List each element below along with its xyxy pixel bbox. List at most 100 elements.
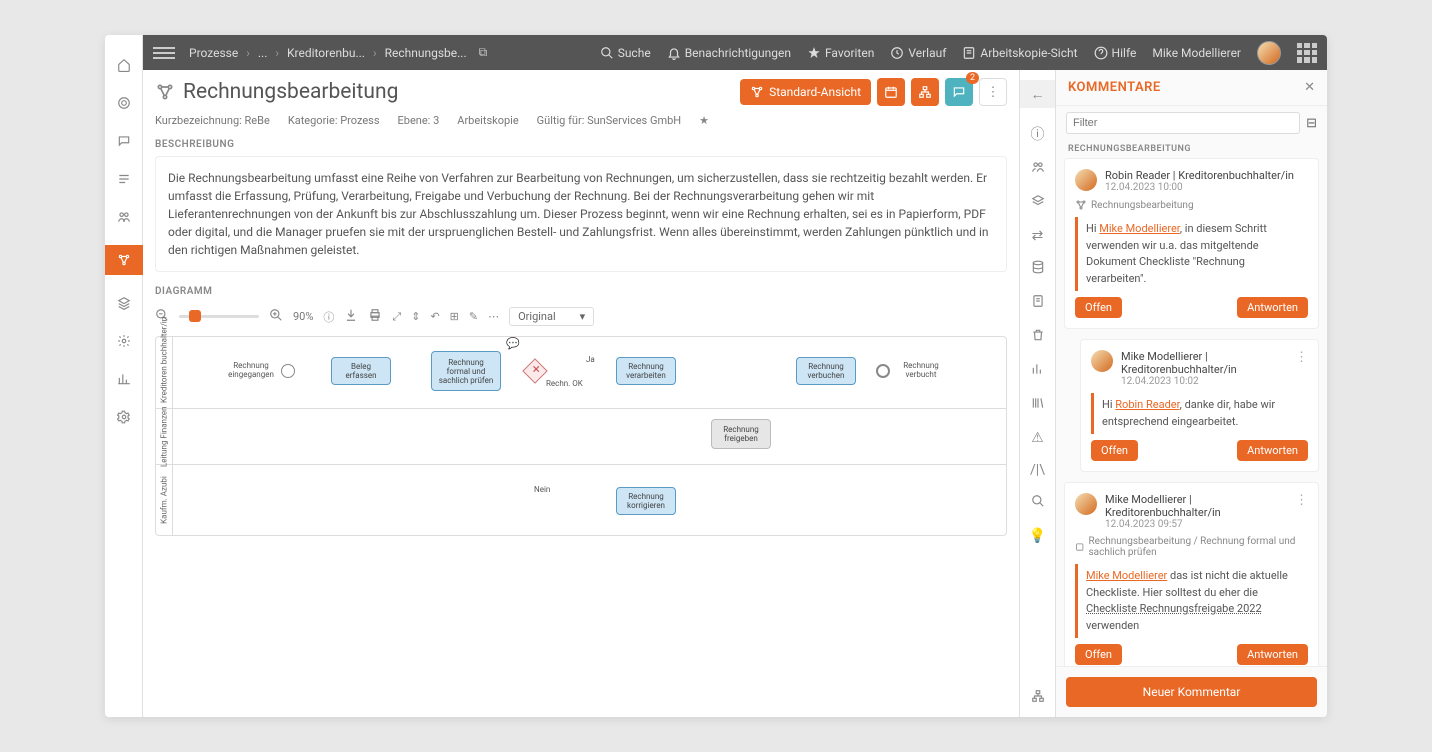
description-text: Die Rechnungsbearbeitung umfasst eine Re… — [155, 156, 1007, 272]
help-label: Hilfe — [1112, 46, 1137, 60]
filter-tree-icon[interactable]: ⊟ — [1306, 116, 1317, 131]
doc-link[interactable]: Checkliste Rechnungsfreigabe 2022 — [1086, 602, 1262, 615]
nav-org-icon[interactable] — [114, 207, 134, 227]
diagram-canvas[interactable]: Kreditoren buchhalter/in Leitung Finanze… — [155, 336, 1007, 536]
comment-menu-icon[interactable]: ⋮ — [1295, 350, 1308, 365]
standard-view-button[interactable]: Standard-Ansicht — [740, 79, 871, 105]
comment-body: Mike Modellierer das ist nicht die aktue… — [1075, 564, 1308, 638]
nav-chat-icon[interactable] — [114, 131, 134, 151]
collapse-panel-icon[interactable]: ← — [1020, 80, 1055, 108]
breadcrumb-item[interactable]: Kreditorenbu... — [287, 46, 365, 60]
task-pruefen[interactable]: Rechnung formal und sachlich prüfen — [431, 351, 501, 391]
edit-icon[interactable]: ✎ — [469, 310, 478, 323]
rail-road-icon[interactable]: /|\ — [1030, 462, 1045, 478]
lane-label: Leitung Finanzen — [160, 407, 169, 467]
apps-grid-icon[interactable] — [1297, 43, 1317, 63]
rail-swap-icon[interactable]: ⇄ — [1032, 228, 1044, 244]
mention-link[interactable]: Robin Reader — [1115, 398, 1179, 411]
help-action[interactable]: Hilfe — [1094, 46, 1137, 60]
info-icon[interactable]: ⓘ — [323, 309, 334, 325]
zoom-slider[interactable] — [179, 315, 259, 318]
nav-process-icon[interactable] — [105, 245, 143, 275]
chevron-down-icon: ▾ — [580, 310, 586, 323]
rail-search-icon[interactable] — [1031, 494, 1045, 512]
reply-button[interactable]: Antworten — [1237, 644, 1308, 665]
history-action[interactable]: Verlauf — [890, 46, 946, 60]
task-verarbeiten[interactable]: Rechnung verarbeiten — [616, 357, 676, 385]
rail-people-icon[interactable] — [1031, 160, 1045, 178]
end-event[interactable] — [876, 364, 890, 378]
nav-list-icon[interactable] — [114, 169, 134, 189]
fullscreen-icon[interactable]: ⤢ — [392, 310, 401, 324]
nav-target-icon[interactable] — [114, 93, 134, 113]
comment-card-reply: Mike Modellierer | Kreditorenbuchhalter/… — [1080, 339, 1319, 472]
fit-icon[interactable]: ⇕ — [411, 310, 420, 323]
task-verbuchen[interactable]: Rechnung verbuchen — [796, 357, 856, 385]
new-comment-button[interactable]: Neuer Kommentar — [1066, 677, 1317, 707]
rail-warning-icon[interactable]: ⚠ — [1031, 430, 1044, 446]
favorites-action[interactable]: Favoriten — [807, 46, 874, 60]
page-title: Rechnungsbearbeitung — [183, 80, 398, 104]
rail-library-icon[interactable] — [1031, 396, 1045, 414]
comment-date: 12.04.2023 09:57 — [1105, 519, 1287, 530]
close-panel-icon[interactable]: ✕ — [1304, 80, 1315, 95]
start-event[interactable] — [281, 364, 295, 378]
print-icon[interactable] — [368, 308, 382, 325]
end-event-label: Rechnung verbucht — [896, 361, 946, 379]
notifications-action[interactable]: Benachrichtigungen — [667, 46, 791, 60]
rail-layers-icon[interactable] — [1031, 194, 1045, 212]
variant-dropdown[interactable]: Original ▾ — [509, 307, 594, 326]
comment-marker-icon[interactable]: 💬 — [506, 337, 520, 350]
nav-settings-icon[interactable] — [114, 331, 134, 351]
favorite-star-icon[interactable]: ★ — [699, 114, 709, 127]
status-button[interactable]: Offen — [1075, 297, 1122, 318]
more-button[interactable]: ⋮ — [979, 78, 1007, 106]
nav-home-icon[interactable] — [114, 55, 134, 75]
nav-chart-icon[interactable] — [114, 369, 134, 389]
rail-bulb-icon[interactable]: 💡 — [1029, 528, 1046, 544]
search-action[interactable]: Suche — [600, 46, 651, 60]
breadcrumb-item[interactable]: Prozesse — [189, 46, 238, 60]
hamburger-menu[interactable] — [153, 47, 175, 59]
hierarchy-button[interactable] — [911, 78, 939, 106]
rail-trash-icon[interactable] — [1031, 328, 1045, 346]
rail-database-icon[interactable] — [1031, 260, 1045, 278]
mention-link[interactable]: Mike Modellierer — [1086, 569, 1167, 582]
workcopy-action[interactable]: Arbeitskopie-Sicht — [962, 46, 1077, 60]
download-icon[interactable] — [344, 308, 358, 325]
page-header: Rechnungsbearbeitung Standard-Ansicht 2 … — [155, 78, 1007, 106]
breadcrumb-item[interactable]: ... — [258, 46, 268, 60]
comment-body: Hi Robin Reader, danke dir, habe wir ent… — [1091, 393, 1308, 434]
meta-row: Kurzbezeichnung: ReBe Kategorie: Prozess… — [155, 114, 1007, 127]
rail-info-icon[interactable]: ⓘ — [1031, 124, 1045, 144]
task-freigeben[interactable]: Rechnung freigeben — [711, 419, 771, 449]
rail-chart-icon[interactable] — [1031, 362, 1045, 380]
meta-workcopy: Arbeitskopie — [457, 114, 518, 127]
calendar-button[interactable] — [877, 78, 905, 106]
breadcrumb-item[interactable]: Rechnungsbe... — [385, 46, 467, 60]
more-tools-icon[interactable]: ⋯ — [488, 310, 499, 323]
user-avatar[interactable] — [1257, 41, 1281, 65]
comments-button[interactable]: 2 — [945, 78, 973, 106]
nav-layers-icon[interactable] — [114, 293, 134, 313]
status-button[interactable]: Offen — [1091, 440, 1138, 461]
content-row: Rechnungsbearbeitung Standard-Ansicht 2 … — [143, 70, 1327, 717]
reply-button[interactable]: Antworten — [1237, 440, 1308, 461]
zoom-in-icon[interactable] — [269, 308, 283, 325]
page-actions: Standard-Ansicht 2 ⋮ — [740, 78, 1007, 106]
mention-link[interactable]: Mike Modellierer — [1099, 222, 1180, 235]
add-icon[interactable]: ⊞ — [450, 310, 459, 323]
comment-menu-icon[interactable]: ⋮ — [1295, 493, 1308, 508]
undo-icon[interactable]: ↶ — [430, 310, 439, 323]
rail-bottom-icon[interactable] — [1031, 689, 1045, 707]
nav-gear-icon[interactable] — [114, 407, 134, 427]
status-button[interactable]: Offen — [1075, 644, 1122, 665]
reply-button[interactable]: Antworten — [1237, 297, 1308, 318]
rail-doc-icon[interactable] — [1031, 294, 1045, 312]
comment-reference: Rechnungsbearbeitung / Rechnung formal u… — [1075, 536, 1308, 558]
copy-icon[interactable]: ⧉ — [479, 45, 488, 60]
task-beleg-erfassen[interactable]: Beleg erfassen — [331, 357, 391, 385]
filter-input[interactable] — [1066, 112, 1300, 134]
task-korrigieren[interactable]: Rechnung korrigieren — [616, 487, 676, 515]
left-nav-rail — [105, 35, 143, 717]
